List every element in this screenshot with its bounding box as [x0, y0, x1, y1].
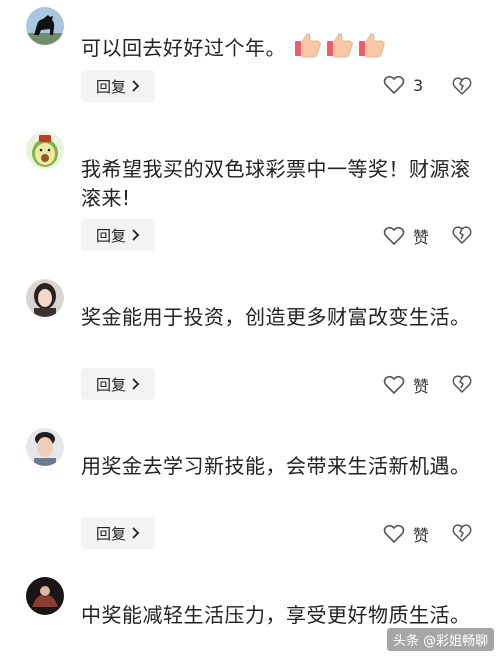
reply-button[interactable]: 回复 [81, 219, 155, 251]
heart-icon [383, 75, 405, 95]
reply-button[interactable]: 回复 [81, 368, 155, 400]
avatar[interactable] [26, 131, 64, 169]
like-button[interactable]: 赞 [383, 224, 429, 248]
like-button[interactable]: 3 [383, 75, 423, 95]
like-button[interactable]: 赞 [383, 373, 429, 397]
avatar[interactable] [26, 279, 64, 317]
heart-icon [383, 524, 405, 544]
watermark: 头条 @彩姐畅聊 [387, 628, 495, 651]
broken-heart-icon[interactable] [452, 225, 472, 245]
thumbs-up-icon [295, 33, 321, 58]
chevron-right-icon [132, 378, 140, 390]
like-button[interactable]: 赞 [383, 522, 429, 546]
broken-heart-icon[interactable] [452, 76, 472, 96]
like-label: 赞 [413, 526, 430, 545]
like-count: 3 [413, 75, 424, 95]
comment-text-content: 可以回去好好过个年。 [81, 36, 286, 60]
avatar[interactable] [26, 428, 64, 466]
person-avatar-icon [26, 428, 64, 466]
chevron-right-icon [132, 527, 140, 539]
reply-label: 回复 [95, 375, 126, 394]
chevron-right-icon [132, 229, 140, 241]
reply-label: 回复 [95, 226, 126, 245]
avocado-avatar-icon [26, 131, 64, 169]
reply-button[interactable]: 回复 [81, 70, 155, 102]
broken-heart-icon[interactable] [452, 523, 472, 543]
like-label: 赞 [413, 228, 430, 247]
reply-button[interactable]: 回复 [81, 517, 155, 549]
person-avatar-icon [26, 279, 64, 317]
broken-heart-icon[interactable] [452, 374, 472, 394]
like-label: 赞 [413, 377, 430, 396]
comment-text: 奖金能用于投资，创造更多财富改变生活。 [81, 305, 471, 329]
reply-label: 回复 [95, 524, 126, 543]
comment-text: 中奖能减轻生活压力，享受更好物质生活。 [81, 603, 471, 627]
comment-text: 用奖金去学习新技能，会带来生活新机遇。 [81, 454, 471, 478]
chevron-right-icon [132, 80, 140, 92]
comment-text: 可以回去好好过个年。 [81, 31, 481, 63]
avatar[interactable] [26, 577, 64, 615]
thumbs-up-icon [359, 33, 385, 58]
emoji-row [294, 31, 386, 59]
avatar[interactable] [26, 7, 64, 45]
heart-icon [383, 375, 405, 395]
horse-avatar-icon [26, 7, 64, 45]
comment-text: 我希望我买的双色球彩票中一等奖！财源滚滚来! [81, 157, 471, 210]
reply-label: 回复 [95, 77, 126, 96]
thumbs-up-icon [327, 33, 353, 58]
dark-art-avatar-icon [26, 577, 64, 615]
heart-icon [383, 226, 405, 246]
